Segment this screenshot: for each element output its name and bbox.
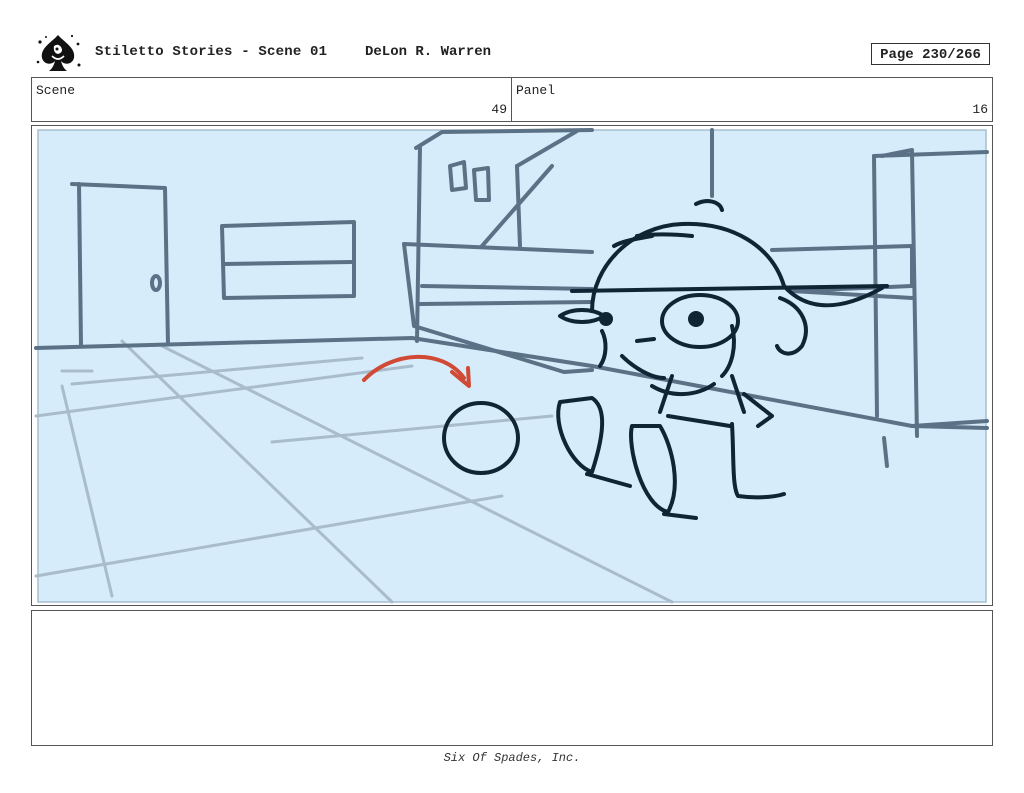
notes-box	[31, 610, 993, 746]
panel-sketch-image	[34, 128, 989, 604]
author-name: DeLon R. Warren	[365, 44, 492, 60]
scene-cell: Scene 49	[32, 78, 512, 121]
company-footer: Six Of Spades, Inc.	[443, 751, 581, 765]
scene-label: Scene	[36, 83, 76, 98]
scene-number: 49	[491, 102, 507, 117]
panel-label: Panel	[516, 83, 556, 98]
spade-logo-icon	[34, 32, 82, 74]
panel-cell: Panel 16	[512, 78, 992, 121]
storyboard-title: Stiletto Stories - Scene 01	[95, 44, 328, 60]
scene-panel-bar: Scene 49 Panel 16	[31, 77, 993, 122]
panel-number: 16	[972, 102, 988, 117]
storyboard-panel	[31, 125, 993, 606]
page-counter: Page 230/266	[871, 43, 990, 65]
